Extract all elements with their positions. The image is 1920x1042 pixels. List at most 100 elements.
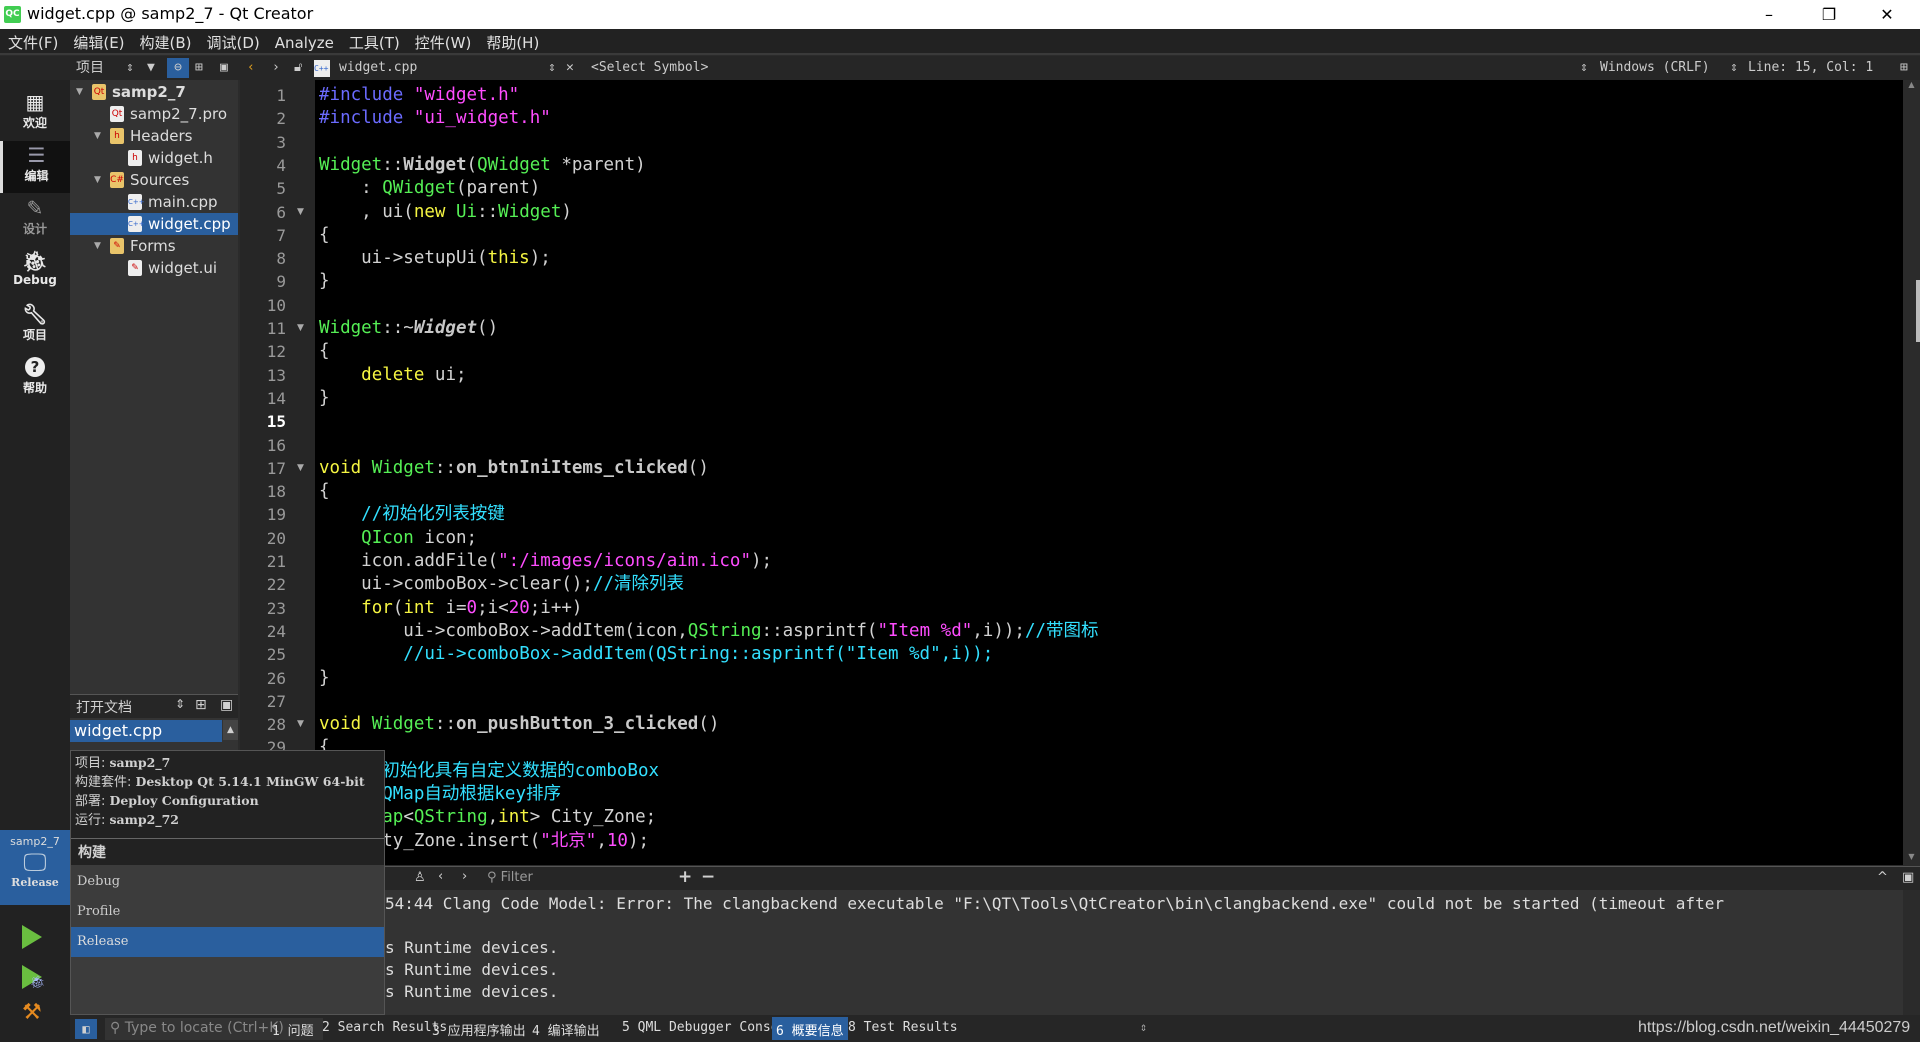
code-line[interactable]: } (319, 387, 330, 410)
tree-item[interactable]: Qt samp2_7.pro (70, 103, 238, 125)
code-line[interactable]: } (319, 667, 330, 690)
code-line[interactable]: } (319, 270, 330, 293)
code-line[interactable]: ui->comboBox->clear();//清除列表 (319, 573, 684, 596)
build-option-debug[interactable]: Debug (71, 867, 384, 897)
zoom-in-button[interactable]: + (678, 867, 692, 887)
menu-item[interactable]: 构建(B) (132, 29, 199, 53)
tree-item[interactable]: ▼ h Headers (70, 125, 238, 147)
code-line[interactable]: { (319, 340, 330, 363)
maximize-button[interactable]: ❐ (1806, 0, 1852, 29)
kit-selector[interactable]: samp2_7 🖵︎ Release (0, 830, 70, 905)
code-line[interactable]: icon.addFile(":/images/icons/aim.ico"); (319, 550, 772, 573)
code-line[interactable]: { (319, 224, 330, 247)
mode-pencil[interactable]: ✎ 设计 (0, 194, 70, 246)
menu-item[interactable]: 编辑(E) (65, 29, 131, 53)
expand-arrow-icon[interactable]: ▼ (94, 235, 101, 257)
mode-edit[interactable]: ☰ 编辑 (0, 141, 70, 193)
prev-icon[interactable]: ‹ (438, 869, 443, 884)
file-combo[interactable]: widget.cpp (339, 58, 417, 78)
minimize-button[interactable]: – (1746, 0, 1792, 29)
code-line[interactable]: , ui(new Ui::Widget) (319, 201, 572, 224)
code-line[interactable]: : QWidget(parent) (319, 177, 540, 200)
split-icon[interactable]: ⊞ (195, 697, 207, 713)
tree-item[interactable]: ▼ ✎ Forms (70, 235, 238, 257)
filter-input[interactable]: ⚲ Filter (487, 870, 667, 885)
tree-item[interactable]: ▼ Qt samp2_7 (70, 81, 238, 103)
scroll-down-icon[interactable]: ▼ (1903, 852, 1920, 862)
menu-item[interactable]: 文件(F) (0, 29, 65, 53)
close-pane-icon[interactable]: ▣ (220, 58, 228, 78)
link-icon[interactable]: ⊖ (167, 58, 189, 78)
close-button[interactable]: ✕ (1864, 0, 1910, 29)
split-editor-icon[interactable]: ⊞ (1900, 58, 1908, 78)
symbol-combo[interactable]: <Select Symbol> (591, 58, 708, 78)
code-line[interactable]: #include "ui_widget.h" (319, 107, 551, 130)
output-scrollbar[interactable] (1903, 890, 1920, 1015)
build-hammer-button[interactable]: ⚒︎ (22, 1000, 42, 1025)
code-line[interactable]: #include "widget.h" (319, 84, 519, 107)
expand-arrow-icon[interactable]: ▼ (94, 169, 101, 191)
combo-arrows-icon[interactable]: ⇕ (1140, 1020, 1147, 1034)
tree-item[interactable]: C++ main.cpp (70, 191, 238, 213)
fold-arrow-icon[interactable]: ▼ (297, 323, 304, 333)
close-document-icon[interactable]: ✕ (566, 58, 574, 78)
code-line[interactable]: { (319, 480, 330, 503)
output-tab[interactable]: 4 编译输出 (532, 1020, 600, 1039)
mode-help[interactable]: ? 帮助 (0, 353, 70, 405)
menu-item[interactable]: 控件(W) (407, 29, 479, 53)
output-tab[interactable]: 1 问题 (272, 1020, 314, 1039)
close-pane-icon[interactable]: ▣ (1902, 870, 1914, 885)
mode-grid[interactable]: ▦ 欢迎 (0, 88, 70, 140)
zoom-out-button[interactable]: − (701, 867, 715, 887)
output-tab[interactable]: 3 应用程序输出 (432, 1020, 526, 1039)
code-line[interactable]: QIcon icon; (319, 527, 477, 550)
build-option-release[interactable]: Release (71, 927, 384, 957)
run-button[interactable] (22, 925, 42, 949)
general-messages-output[interactable]: 54:44 Clang Code Model: Error: The clang… (240, 890, 1903, 1015)
code-line[interactable]: //ui->comboBox->addItem(QString::asprint… (319, 643, 993, 666)
code-line[interactable]: //初始化列表按键 (319, 503, 505, 526)
mode-wrench[interactable]: 🔧︎ 项目 (0, 300, 70, 352)
back-icon[interactable]: ‹ (247, 58, 255, 78)
filter-icon[interactable]: ▼ (147, 58, 155, 78)
editor-scrollbar[interactable]: ▲ ▼ (1903, 80, 1920, 865)
build-option-profile[interactable]: Profile (71, 897, 384, 927)
cursor-position[interactable]: Line: 15, Col: 1 (1748, 58, 1873, 78)
open-document-item[interactable]: widget.cpp (70, 720, 222, 742)
close-pane-icon[interactable]: ▣ (220, 697, 233, 713)
view-combo[interactable]: 项目 (76, 58, 104, 78)
scrollbar-thumb[interactable] (1916, 280, 1920, 342)
split-icon[interactable]: ⊞ (195, 58, 203, 78)
maximize-pane-icon[interactable]: ^ (1877, 870, 1888, 885)
mode-bug[interactable]: 🐞︎ Debug (0, 247, 70, 299)
line-ending-combo[interactable]: Windows (CRLF) (1600, 58, 1710, 78)
menu-item[interactable]: 调试(D) (199, 29, 267, 53)
output-tab[interactable]: 2 Search Results (322, 1020, 447, 1035)
expand-arrow-icon[interactable]: ▼ (76, 81, 83, 103)
scroll-up-icon[interactable]: ▲ (223, 720, 238, 740)
menu-item[interactable]: 帮助(H) (478, 29, 546, 53)
code-line[interactable]: ui->comboBox->addItem(icon,QString::aspr… (319, 620, 1098, 643)
code-line[interactable]: ui->setupUi(this); (319, 247, 551, 270)
code-line[interactable]: delete ui; (319, 364, 466, 387)
scroll-up-icon[interactable]: ▲ (1903, 80, 1920, 90)
toggle-sidebar-button[interactable]: ◧ (75, 1019, 97, 1039)
menu-item[interactable]: 工具(T) (341, 29, 407, 53)
tree-item[interactable]: ✎ widget.ui (70, 257, 238, 279)
code-line[interactable]: Widget::~Widget() (319, 317, 498, 340)
forward-icon[interactable]: › (272, 58, 280, 78)
tree-item[interactable]: h widget.h (70, 147, 238, 169)
output-tab[interactable]: 8 Test Results (848, 1020, 958, 1035)
fold-arrow-icon[interactable]: ▼ (297, 207, 304, 217)
code-line[interactable]: void Widget::on_btnIniItems_clicked() (319, 457, 709, 480)
tree-item[interactable]: C++ widget.cpp (70, 213, 238, 235)
expand-arrow-icon[interactable]: ▼ (94, 125, 101, 147)
fold-arrow-icon[interactable]: ▼ (297, 463, 304, 473)
tree-item[interactable]: ▼ C# Sources (70, 169, 238, 191)
code-line[interactable]: for(int i=0;i<20;i++) (319, 597, 582, 620)
output-tab[interactable]: 6 概要信息 (772, 1017, 848, 1040)
fold-arrow-icon[interactable]: ▼ (297, 719, 304, 729)
clear-icon[interactable]: ♙ (414, 870, 426, 885)
code-editor[interactable]: 1 2 3 4 5 6 ▼ 7 8 9 10 11 ▼ 12 13 14 15 16 17 ▼ 18 19 20 21 22 23… (240, 80, 1903, 865)
code-line[interactable]: Widget::Widget(QWidget *parent) (319, 154, 646, 177)
